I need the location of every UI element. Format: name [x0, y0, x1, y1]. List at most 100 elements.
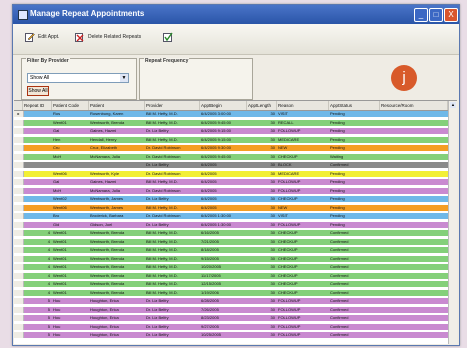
show-all-button[interactable]: Show All: [27, 86, 49, 96]
title-bar: Manage Repeat Appointments _ □ X: [13, 5, 459, 24]
table-row[interactable]: Went06 Wentworth, James Bill M. Hefty, M.D…: [14, 204, 448, 211]
cell-appt-length: 30: [270, 264, 275, 269]
cell-appt-status: Confirmed: [330, 315, 349, 320]
header-appt-begin[interactable]: ApptBegin: [200, 101, 247, 110]
cell-appt-length: 30: [270, 289, 275, 295]
cell-provider: Dr. Liz Belfry: [146, 162, 169, 167]
header-appt-status[interactable]: ApptStatus: [329, 101, 380, 110]
table-row[interactable]: Hen Hendall, Henry Bill M. Hefty, M.D. 6/4/…: [14, 136, 448, 143]
header-patient-code[interactable]: Patient Code: [52, 101, 89, 110]
cell-resource-room: [380, 222, 448, 228]
cell-provider: Dr. Liz Belfry: [146, 128, 169, 133]
table-row[interactable]: 4 Went01 Wentworth, Brenda Bill M. Hefty, M…: [14, 264, 448, 270]
table-row[interactable]: Gai Gaines, Hazmi Dr. Liz Belfry 6/4/2005 9…: [14, 128, 448, 134]
filter-by-provider-group: Filter By Provider Show All ▼ Show All: [21, 58, 137, 100]
table-row[interactable]: Went06 Wentworth, Kyle Dr. David Robinson 6…: [14, 170, 448, 177]
cell-reason: CHECKUP: [278, 153, 298, 159]
cell-patient: Cruz, Elizabeth: [90, 145, 118, 150]
cell-provider: Bill M. Hefty, M.D.: [146, 230, 178, 235]
header-patient[interactable]: Patient: [89, 101, 145, 110]
cell-appt-length: 30: [270, 162, 275, 167]
cell-patient-code: [52, 162, 89, 168]
table-row[interactable]: 5 Hou Houghton, Erica Dr. Liz Belfry 6/28/20…: [14, 298, 448, 304]
cell-appt-length: 30: [270, 153, 275, 159]
vertical-scrollbar[interactable]: ▲: [448, 101, 457, 344]
table-row[interactable]: 5 Hou Houghton, Erica Dr. Liz Belfry 7/26/20…: [14, 306, 448, 313]
cell-appt-status: Pending: [330, 221, 345, 227]
cell-patient-code: Went06: [53, 170, 67, 176]
table-row[interactable]: 4 Went01 Wentworth, Brenda Bill M. Hefty, M…: [14, 255, 448, 262]
cell-resource-room: [380, 162, 448, 168]
cell-appt-status: Pending: [330, 111, 345, 116]
cell-resource-room: [380, 137, 448, 143]
table-row[interactable]: Dr. Liz Belfry 6/4/2005 30 BLOCK Confirmed: [14, 162, 448, 168]
cell-appt-length: 30: [270, 230, 275, 235]
table-row[interactable]: 5 Hou Houghton, Erica Dr. Liz Belfry 9/27/20…: [14, 323, 448, 330]
cell-patient: Wentworth, Brenda: [90, 238, 125, 244]
table-row[interactable]: 4 Went01 Wentworth, Brenda Bill M. Hefty, M…: [14, 281, 448, 287]
table-row[interactable]: McH McNamara, Julia Dr. David Robinson 6/4/…: [14, 153, 448, 160]
cell-appt-begin: 6/4/2005: [201, 204, 217, 210]
cell-patient-code: Gai: [53, 128, 60, 133]
repeat-frequency-group: Repeat Frequency: [139, 58, 253, 100]
header-resource-room[interactable]: Resource/Room: [380, 101, 448, 110]
table-row[interactable]: 4 Went01 Wentworth, Brenda Bill M. Hefty, M…: [14, 289, 448, 296]
table-row[interactable]: 5 Hou Houghton, Erica Dr. Liz Belfry 8/23/20…: [14, 315, 448, 321]
cell-repeat-id: 5: [47, 323, 50, 329]
cell-patient-code: Went01: [53, 119, 67, 125]
cell-provider: Bill M. Hefty, M.D.: [146, 255, 178, 261]
table-row[interactable]: 4 Went01 Wentworth, Brenda Bill M. Hefty, M…: [14, 238, 448, 245]
table-row[interactable]: Gai Gaines, Hazmi Bill M. Hefty, M.D. 6/4/2…: [14, 179, 448, 185]
close-button[interactable]: X: [444, 8, 458, 22]
cell-appt-begin: 6/4/2005: [201, 187, 217, 193]
provider-dropdown-value: Show All: [30, 75, 50, 81]
cell-patient: Wentworth, Brenda: [90, 119, 125, 125]
check-button[interactable]: [163, 32, 177, 46]
table-row[interactable]: Went01 Wentworth, Brenda Bill M. Hefty, M.…: [14, 119, 448, 126]
cell-patient: Houghton, Erica: [90, 298, 119, 303]
cell-reason: CHECKUP: [278, 272, 298, 278]
table-row[interactable]: ▸ Ros Rosenbung, Karen Bill M. Hefty, M.D. 6…: [14, 111, 448, 117]
cell-provider: Bill M. Hefty, M.D.: [146, 272, 178, 278]
table-row[interactable]: 5 Hou Houghton, Erica Dr. Liz Belfry 10/25/2…: [14, 332, 448, 338]
table-row[interactable]: Cru Cruz, Elizabeth Dr. David Robinson 6/4/…: [14, 145, 448, 151]
cell-appt-length: 30: [270, 298, 275, 303]
table-row[interactable]: Bro Broderick, Barbara Dr. David Robinson 6…: [14, 213, 448, 219]
provider-dropdown[interactable]: Show All ▼: [27, 73, 129, 83]
cell-appt-length: 30: [270, 306, 275, 312]
cell-patient: Houghton, Erica: [90, 306, 119, 312]
table-row[interactable]: 4 Went01 Wentworth, Brenda Bill M. Hefty, M…: [14, 247, 448, 253]
cell-patient-code: Went01: [53, 289, 67, 295]
table-row[interactable]: McH McNamara, Julia Dr. David Robinson 6/4/…: [14, 187, 448, 194]
table-row[interactable]: 4 Went01 Wentworth, Brenda Bill M. Hefty, M…: [14, 230, 448, 236]
delete-related-repeats-button[interactable]: Delete Related Repeats: [75, 32, 159, 46]
cell-patient-code: McH: [53, 153, 62, 159]
cell-patient: Wentworth, James: [90, 204, 124, 210]
cell-provider: Bill M. Hefty, M.D.: [146, 111, 178, 116]
cell-resource-room: [380, 205, 448, 211]
cell-repeat-id: [23, 222, 52, 228]
edit-appt-button[interactable]: Edit Appt.: [25, 32, 71, 46]
cell-appt-status: Pending: [330, 204, 345, 210]
maximize-button[interactable]: □: [429, 8, 443, 22]
chevron-down-icon[interactable]: ▼: [120, 74, 128, 82]
cell-appt-length: 30: [270, 238, 275, 244]
cell-appt-begin: 7/21/2005: [201, 238, 219, 244]
cell-resource-room: [380, 332, 448, 338]
cell-appt-status: Pending: [330, 119, 345, 125]
scroll-up-icon[interactable]: ▲: [450, 102, 456, 108]
minimize-button[interactable]: _: [414, 8, 428, 22]
cell-provider: Dr. David Robinson: [146, 153, 181, 159]
cell-appt-begin: 6/4/2005 9:15:00: [201, 128, 232, 133]
cell-appt-status: Pending: [330, 170, 345, 176]
header-reason[interactable]: Reason: [277, 101, 329, 110]
table-row[interactable]: Went02 Wentworth, James Dr. Liz Belfry 6/4/…: [14, 196, 448, 202]
table-row[interactable]: 4 Went01 Wentworth, Brenda Bill M. Hefty, M…: [14, 272, 448, 279]
cell-appt-begin: 10/20/2005: [201, 264, 222, 269]
cell-appt-status: Confirmed: [330, 281, 349, 286]
cell-reason: CHECKUP: [278, 281, 298, 286]
header-appt-length[interactable]: ApptLength: [247, 101, 277, 110]
header-repeat-id[interactable]: Repeat ID: [23, 101, 52, 110]
table-row[interactable]: Gid Gidson, Joel Dr. Liz Belfry 6/4/2005 1:…: [14, 221, 448, 228]
header-provider[interactable]: Provider: [145, 101, 200, 110]
